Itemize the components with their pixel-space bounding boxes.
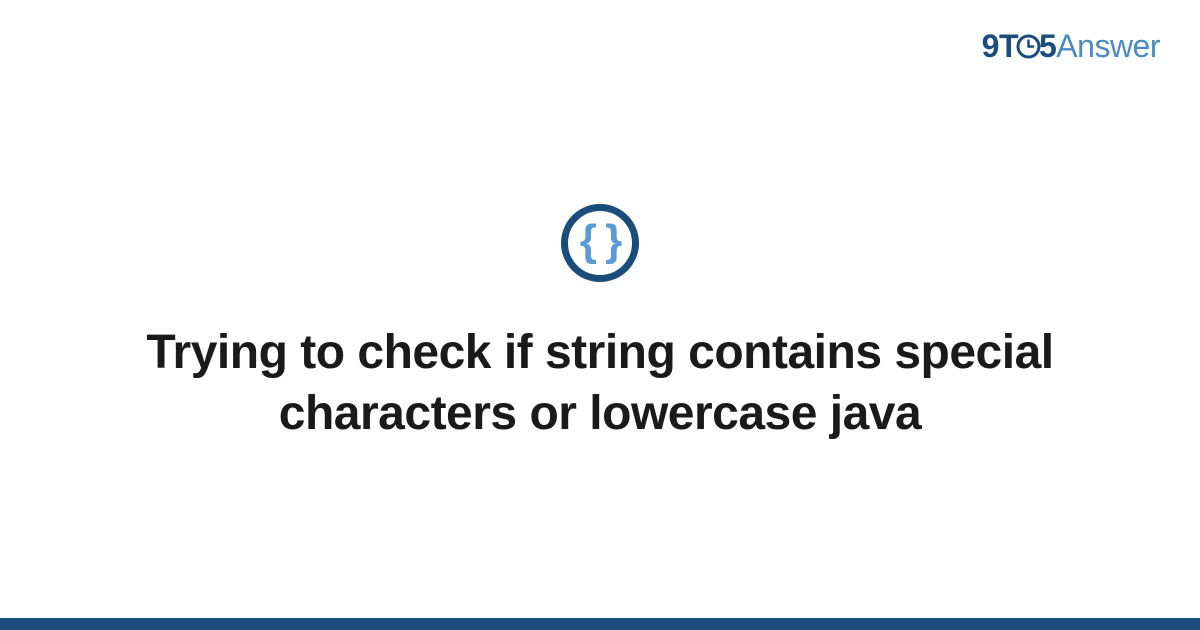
page-title: Trying to check if string contains speci… — [110, 322, 1090, 445]
bottom-bar — [0, 618, 1200, 630]
content-area: { } Trying to check if string contains s… — [0, 0, 1200, 618]
code-braces-icon: { } — [561, 204, 639, 282]
braces-glyph: { } — [580, 219, 620, 263]
